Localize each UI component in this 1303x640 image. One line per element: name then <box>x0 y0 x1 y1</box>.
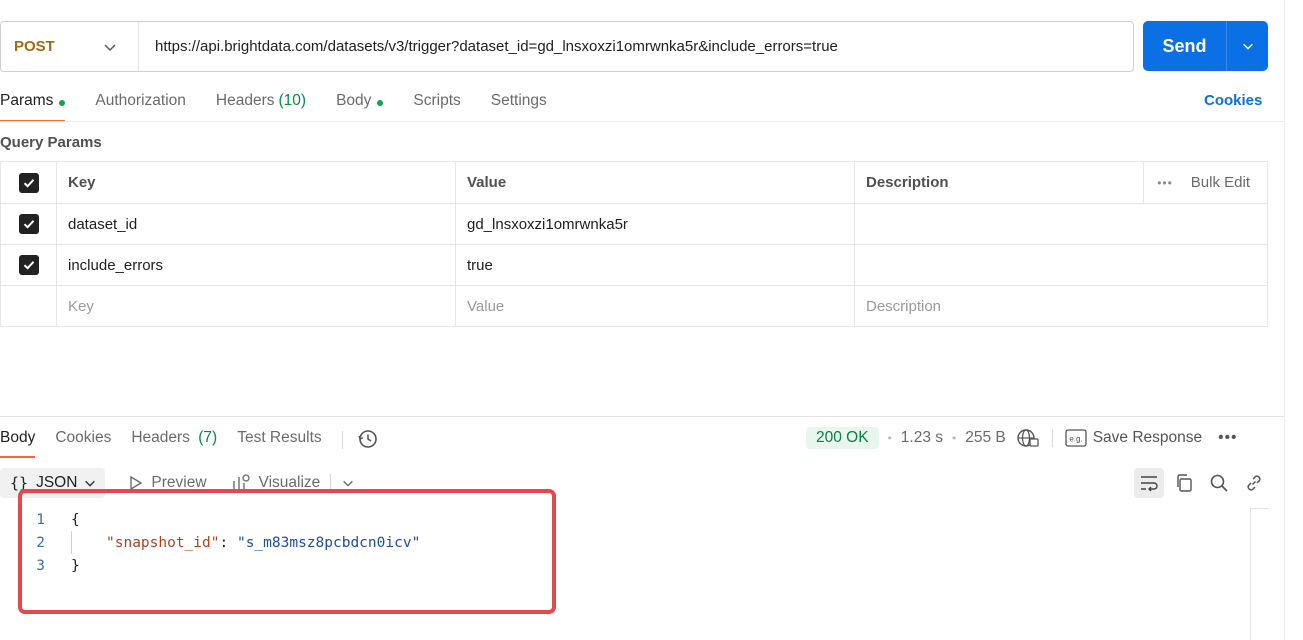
send-options-button[interactable] <box>1227 21 1268 71</box>
tab-count: (10) <box>278 92 307 109</box>
svg-text:e.g.: e.g. <box>1069 435 1082 444</box>
new-description-input[interactable]: Description <box>854 285 1268 327</box>
tab-label: Headers <box>215 92 275 109</box>
check-icon <box>23 220 34 229</box>
network-globe-icon[interactable] <box>1016 427 1040 449</box>
history-icon[interactable] <box>357 428 379 450</box>
copy-icon <box>1177 474 1192 492</box>
more-horizontal-icon: ••• <box>1157 175 1173 190</box>
table-row: include_errors true <box>0 244 1268 286</box>
tab-label: Headers <box>131 429 190 446</box>
copy-button[interactable] <box>1169 468 1199 498</box>
wrap-lines-button[interactable] <box>1134 468 1164 498</box>
tab-response-body[interactable]: Body <box>0 426 36 458</box>
param-key[interactable]: dataset_id <box>56 203 456 245</box>
param-key[interactable]: include_errors <box>56 244 456 286</box>
row-checkbox[interactable] <box>18 214 39 234</box>
separator-dot: • <box>887 431 892 445</box>
response-tools <box>1134 468 1274 498</box>
chevron-down-icon <box>1242 43 1253 50</box>
check-icon <box>23 178 34 188</box>
search-icon <box>1210 474 1228 492</box>
table-header-row: Key Value Description ••• Bulk Edit <box>0 161 1268 204</box>
tab-response-headers[interactable]: Headers (7) <box>131 426 217 458</box>
chevron-down-icon <box>104 44 116 51</box>
response-tabs: Body Cookies Headers (7) Test Results <box>0 426 379 458</box>
new-value-input[interactable]: Value <box>455 285 855 327</box>
pane-edge <box>1284 0 1285 640</box>
tab-label: Authorization <box>95 92 186 109</box>
save-response-button[interactable]: e.g. Save Response <box>1065 429 1202 447</box>
tab-label: Settings <box>490 92 547 109</box>
tab-settings[interactable]: Settings <box>491 88 547 122</box>
table-row-empty: Key Value Description <box>0 285 1268 327</box>
scrollbar-track[interactable] <box>1250 508 1251 640</box>
request-url-bar: POST https://api.brightdata.com/datasets… <box>0 21 1134 72</box>
link-button[interactable] <box>1239 468 1269 498</box>
param-description[interactable] <box>854 203 1268 245</box>
highlight-box <box>18 489 556 614</box>
status-badge[interactable]: 200 OK <box>806 427 879 449</box>
save-response-label: Save Response <box>1092 429 1203 446</box>
param-description[interactable] <box>854 244 1268 286</box>
status-dot <box>377 100 384 106</box>
column-header-key: Key <box>56 161 456 204</box>
chevron-down-icon <box>85 480 96 487</box>
tab-label: Body <box>336 92 372 109</box>
tab-scripts[interactable]: Scripts <box>413 88 460 122</box>
method-label: POST <box>14 38 55 55</box>
query-params-table: Key Value Description ••• Bulk Edit data… <box>0 161 1268 327</box>
tab-test-results[interactable]: Test Results <box>237 426 321 458</box>
check-icon <box>23 261 34 270</box>
wrap-lines-icon <box>1141 476 1158 492</box>
tab-response-cookies[interactable]: Cookies <box>55 426 111 458</box>
request-tabs: Params Authorization Headers (10) Body Sc… <box>0 88 577 122</box>
response-size[interactable]: 255 B <box>965 429 1006 447</box>
row-checkbox-cell <box>0 285 57 327</box>
example-icon: e.g. <box>1065 429 1087 447</box>
bulk-edit-button[interactable]: ••• Bulk Edit <box>1143 162 1267 203</box>
link-icon <box>1247 475 1261 491</box>
row-checkbox[interactable] <box>18 255 39 275</box>
param-value[interactable]: gd_lnsxoxzi1omrwnka5r <box>455 203 855 245</box>
chevron-down-icon[interactable] <box>341 476 355 490</box>
response-time[interactable]: 1.23 s <box>901 429 943 447</box>
query-params-title: Query Params <box>0 134 102 151</box>
row-checkbox-cell <box>0 203 57 245</box>
send-button[interactable]: Send <box>1143 21 1227 71</box>
status-dot <box>59 100 66 106</box>
tab-headers[interactable]: Headers (10) <box>216 88 306 122</box>
tab-count: (7) <box>198 429 218 446</box>
send-button-group: Send <box>1143 21 1268 71</box>
response-meta: 200 OK • 1.23 s • 255 B e.g. Save Respon… <box>806 426 1237 450</box>
method-select[interactable]: POST <box>1 22 139 71</box>
new-key-input[interactable]: Key <box>56 285 456 327</box>
search-button[interactable] <box>1204 468 1234 498</box>
url-input[interactable]: https://api.brightdata.com/datasets/v3/t… <box>139 38 838 55</box>
select-all-checkbox[interactable] <box>18 172 39 193</box>
tab-body[interactable]: Body <box>336 88 384 122</box>
tab-label: Scripts <box>413 92 461 109</box>
header-checkbox-cell <box>0 161 57 204</box>
more-options-icon[interactable]: ••• <box>1218 429 1237 447</box>
tab-label: Params <box>0 92 54 109</box>
table-row: dataset_id gd_lnsxoxzi1omrwnka5r <box>0 203 1268 245</box>
separator <box>1051 429 1053 447</box>
response-divider[interactable] <box>0 416 1284 417</box>
scrollbar-top <box>1250 508 1268 509</box>
row-checkbox-cell <box>0 244 57 286</box>
tab-authorization[interactable]: Authorization <box>95 88 185 122</box>
tab-params[interactable]: Params <box>0 88 66 122</box>
separator <box>341 431 343 449</box>
param-value[interactable]: true <box>455 244 855 286</box>
column-header-value: Value <box>455 161 855 204</box>
column-header-description: Description ••• Bulk Edit <box>854 161 1268 204</box>
separator-dot: • <box>952 431 957 445</box>
cookies-link[interactable]: Cookies <box>1204 92 1262 109</box>
divider <box>0 121 1284 122</box>
bulk-edit-label: Bulk Edit <box>1190 174 1250 191</box>
description-label: Description <box>866 174 949 191</box>
